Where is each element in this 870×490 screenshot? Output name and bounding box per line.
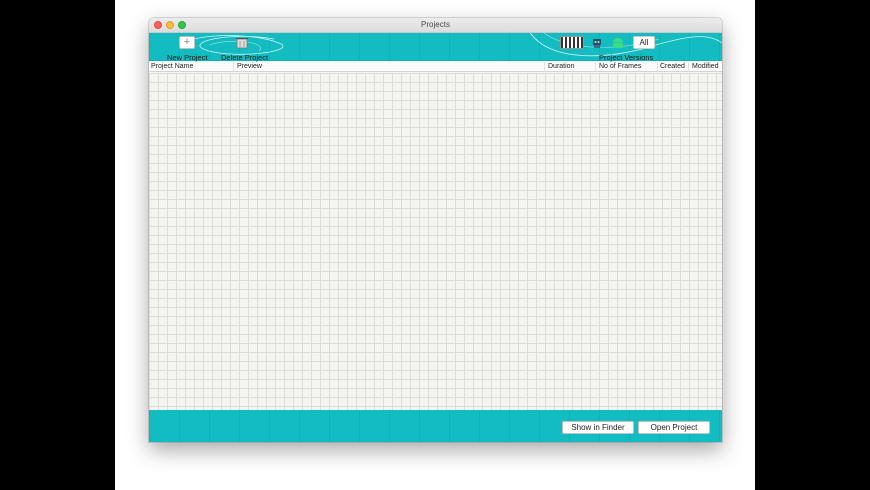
column-project-name[interactable]: Project Name xyxy=(149,62,234,72)
column-preview[interactable]: Preview xyxy=(234,62,545,72)
android-version-icon[interactable] xyxy=(610,36,626,49)
window-title: Projects xyxy=(421,20,450,29)
delete-project-label[interactable]: Delete Project xyxy=(221,53,268,62)
film-version-icon[interactable] xyxy=(560,36,584,49)
robot-version-icon[interactable] xyxy=(589,36,605,49)
column-modified[interactable]: Modified xyxy=(689,62,722,72)
open-project-button[interactable]: Open Project xyxy=(638,421,710,434)
new-project-button[interactable]: + xyxy=(179,36,195,49)
project-list[interactable] xyxy=(149,73,722,410)
column-duration[interactable]: Duration xyxy=(545,62,596,72)
project-versions-label: Project Versions xyxy=(599,53,654,62)
show-in-finder-button[interactable]: Show in Finder xyxy=(562,421,634,434)
footer-bar: Show in Finder Open Project xyxy=(149,410,722,442)
plus-icon: + xyxy=(183,36,191,48)
table-header: Project Name Preview Duration No of Fram… xyxy=(149,62,722,72)
projects-window: Projects + All New Project Delete Projec… xyxy=(149,18,722,442)
title-bar[interactable]: Projects xyxy=(149,18,722,33)
delete-project-icon[interactable] xyxy=(235,36,249,49)
column-created[interactable]: Created xyxy=(658,62,689,72)
new-project-label[interactable]: New Project xyxy=(167,53,207,62)
all-versions-button[interactable]: All xyxy=(633,36,655,49)
column-no-of-frames[interactable]: No of Frames xyxy=(596,62,658,72)
